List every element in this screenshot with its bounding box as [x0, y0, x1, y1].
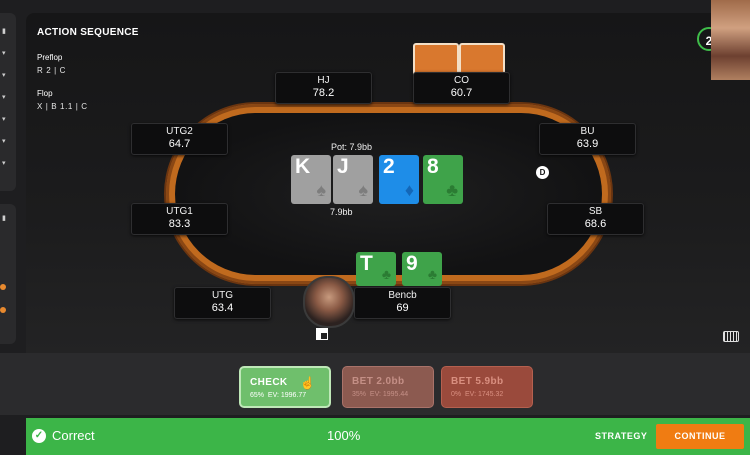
- seat-stack: 68.6: [584, 218, 607, 230]
- spade-icon: ♠: [358, 180, 368, 200]
- seat-utg2: UTG2 64.7: [131, 123, 228, 155]
- card-rank: 2: [383, 155, 395, 178]
- rail-icon[interactable]: ▮: [2, 214, 6, 222]
- seat-sb: SB 68.6: [547, 203, 644, 235]
- result-score: 100%: [327, 428, 361, 443]
- bet-large-button[interactable]: BET 5.9bb 0% EV: 1745.32: [441, 366, 533, 408]
- status-dot: [0, 284, 6, 290]
- continue-button[interactable]: CONTINUE: [656, 424, 744, 449]
- seat-stack: 83.3: [168, 218, 191, 230]
- seat-stack: 60.7: [450, 87, 473, 99]
- left-rail-panel: ▮ ▾ ▾ ▾ ▾ ▾ ▾: [0, 13, 16, 191]
- seat-position: SB: [588, 206, 603, 217]
- seat-stack: 69: [396, 302, 409, 314]
- card-rank: T: [360, 252, 373, 275]
- rail-icon[interactable]: ▮: [2, 27, 6, 35]
- sequence-street-label: Flop: [37, 89, 53, 98]
- action-label: CHECK: [250, 377, 288, 388]
- card-rank: 9: [406, 252, 418, 275]
- left-rail-panel-lower: ▮: [0, 204, 16, 344]
- action-stats: 0% EV: 1745.32: [451, 391, 503, 398]
- strategy-link[interactable]: STRATEGY: [595, 431, 647, 441]
- hero-card: 9 ♣: [402, 252, 442, 286]
- action-frequency: 65%: [250, 392, 265, 399]
- board-card: K ♠: [291, 155, 331, 204]
- hero-card: T ♣: [356, 252, 396, 286]
- seat-stack: 64.7: [168, 138, 191, 150]
- card-rank: 8: [427, 155, 439, 178]
- chevron-down-icon[interactable]: ▾: [2, 49, 6, 57]
- result-bar: ✓ Correct 100% STRATEGY CONTINUE: [26, 418, 750, 455]
- card-rank: K: [295, 155, 311, 178]
- board-card: J ♠: [333, 155, 373, 204]
- chevron-down-icon[interactable]: ▾: [2, 159, 6, 167]
- grid-icon[interactable]: [316, 328, 328, 340]
- action-sequence-title: ACTION SEQUENCE: [37, 27, 139, 38]
- chevron-down-icon[interactable]: ▾: [2, 137, 6, 145]
- seat-position: UTG: [211, 290, 234, 301]
- keyboard-icon[interactable]: [723, 331, 739, 342]
- seat-position: BU: [580, 126, 595, 137]
- seat-position: UTG2: [166, 126, 193, 137]
- seat-stack: 63.4: [211, 302, 234, 314]
- seat-co: CO 60.7: [413, 72, 510, 104]
- seat-position: UTG1: [166, 206, 193, 217]
- webcam-overlay: [711, 0, 750, 80]
- action-stats: 35% EV: 1995.44: [352, 391, 408, 398]
- mouse-cursor-icon: ☝: [300, 376, 315, 390]
- club-icon: ♣: [427, 266, 437, 282]
- action-ev: EV: 1996.77: [267, 392, 307, 399]
- action-ev: EV: 1745.32: [465, 391, 504, 398]
- chevron-down-icon[interactable]: ▾: [2, 115, 6, 123]
- chevron-down-icon[interactable]: ▾: [2, 93, 6, 101]
- action-label: BET 2.0bb: [352, 376, 405, 387]
- action-label: BET 5.9bb: [451, 376, 504, 387]
- diamond-icon: ♦: [404, 180, 414, 200]
- pot-amount: 7.9bb: [330, 207, 353, 217]
- seat-position: HJ: [317, 75, 330, 86]
- seat-utg: UTG 63.4: [174, 287, 271, 319]
- action-stats: 65% EV: 1996.77: [250, 392, 306, 399]
- club-icon: ♣: [446, 180, 458, 200]
- trainer-app: ▮ ▾ ▾ ▾ ▾ ▾ ▾ ▮ ACTION SEQUENCE Preflop …: [0, 0, 750, 455]
- card-rank: J: [337, 155, 349, 178]
- status-dot: [0, 307, 6, 313]
- board-card: 8 ♣: [423, 155, 463, 204]
- result-status: Correct: [52, 428, 95, 443]
- pot-label: Pot: 7.9bb: [331, 142, 373, 152]
- check-button[interactable]: CHECK 65% EV: 1996.77: [239, 366, 331, 408]
- bet-small-button[interactable]: BET 2.0bb 35% EV: 1995.44: [342, 366, 434, 408]
- board-card: 2 ♦: [379, 155, 419, 204]
- club-icon: ♣: [381, 266, 391, 282]
- seat-hj: HJ 78.2: [275, 72, 372, 104]
- seat-stack: 63.9: [576, 138, 599, 150]
- spade-icon: ♠: [316, 180, 326, 200]
- action-frequency: 0%: [451, 391, 462, 398]
- seat-hero: Bencb 69: [354, 287, 451, 319]
- hero-avatar: [303, 276, 355, 328]
- chevron-down-icon[interactable]: ▾: [2, 71, 6, 79]
- seat-bu: BU 63.9: [539, 123, 636, 155]
- hero-name: Bencb: [388, 290, 417, 301]
- seat-stack: 78.2: [312, 87, 335, 99]
- action-ev: EV: 1995.44: [369, 391, 409, 398]
- sequence-street-actions: R 2 | C: [37, 66, 66, 75]
- sequence-street-actions: X | B 1.1 | C: [37, 102, 88, 111]
- seat-utg1: UTG1 83.3: [131, 203, 228, 235]
- dealer-button: D: [536, 166, 549, 179]
- check-circle-icon: ✓: [32, 429, 46, 443]
- seat-position: CO: [454, 75, 469, 86]
- sequence-street-label: Preflop: [37, 53, 63, 62]
- action-frequency: 35%: [352, 391, 367, 398]
